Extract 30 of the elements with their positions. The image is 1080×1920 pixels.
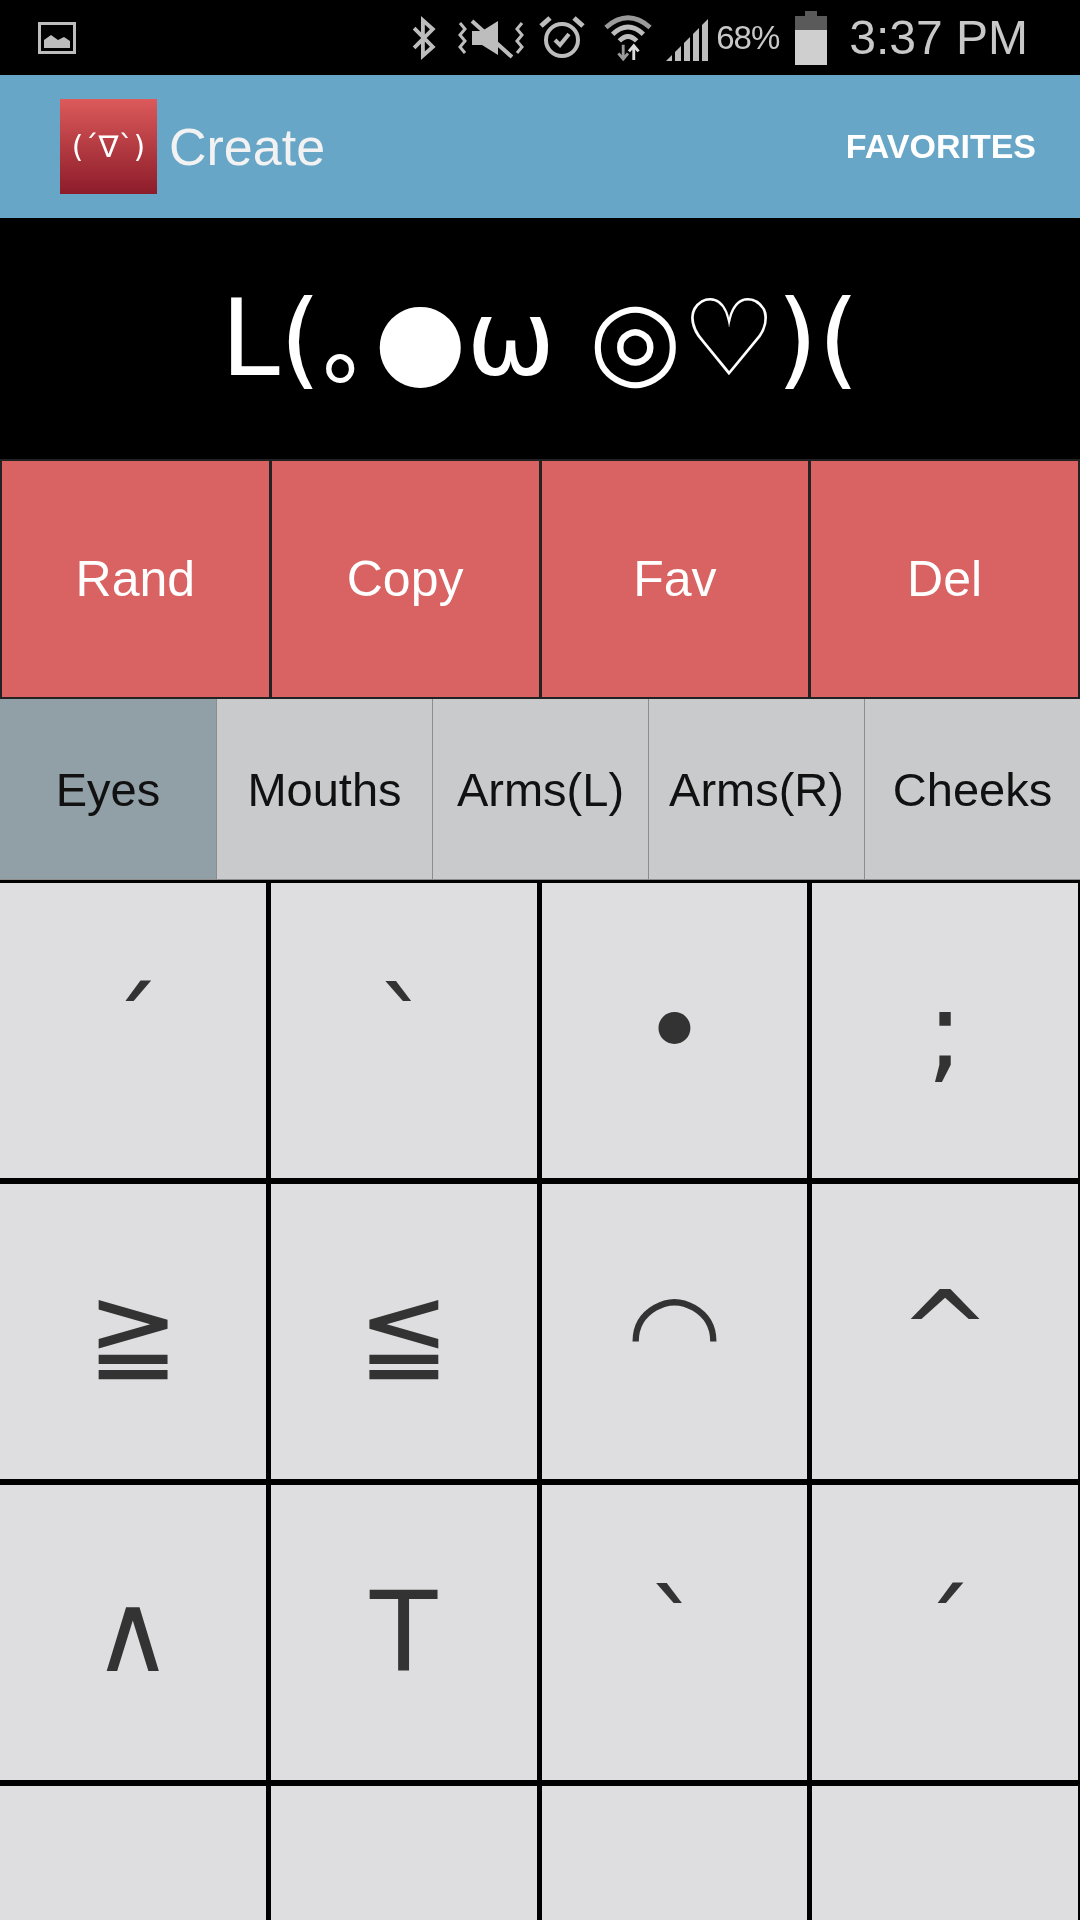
image-icon — [38, 21, 76, 54]
action-button[interactable]: Del — [811, 461, 1078, 697]
category-tab[interactable]: Cheeks — [864, 699, 1080, 880]
symbol-key[interactable]: ´ — [812, 1485, 1078, 1780]
category-tab[interactable]: Mouths — [216, 699, 432, 880]
symbol-key[interactable]: T — [270, 1485, 537, 1780]
alarm-clock-icon — [538, 14, 587, 61]
clock-time: 3:37 PM — [849, 10, 1028, 65]
symbol-key[interactable]: ≦ — [270, 1184, 537, 1479]
symbol-key[interactable]: ^ — [812, 1184, 1078, 1479]
symbol-key[interactable]: ; — [812, 883, 1078, 1178]
wifi-icon — [604, 12, 653, 63]
symbol-key[interactable]: ≧ — [0, 1184, 266, 1479]
symbol-key[interactable]: ∧ — [0, 1485, 266, 1780]
symbol-key[interactable]: ` — [541, 1485, 808, 1780]
kaomoji-preview: ᒪ(｡●ω ◎♡)( — [220, 277, 860, 400]
category-tab[interactable]: Arms(L) — [432, 699, 648, 880]
action-button[interactable]: Fav — [541, 461, 809, 697]
action-button[interactable]: Rand — [2, 461, 269, 697]
category-tab[interactable]: Arms(R) — [648, 699, 864, 880]
symbol-key[interactable]: ◠ — [541, 1184, 808, 1479]
symbol-key[interactable]: • — [541, 883, 808, 1178]
symbol-key[interactable]: ` — [270, 883, 537, 1178]
battery-icon — [795, 10, 828, 65]
app-logo: (´∇`) — [60, 99, 157, 194]
screen-title: Create — [169, 116, 326, 177]
category-tab[interactable]: Eyes — [0, 699, 216, 880]
action-button[interactable]: Copy — [271, 461, 539, 697]
battery-percent: 68% — [716, 18, 780, 57]
symbol-key[interactable]: ´ — [0, 883, 266, 1178]
